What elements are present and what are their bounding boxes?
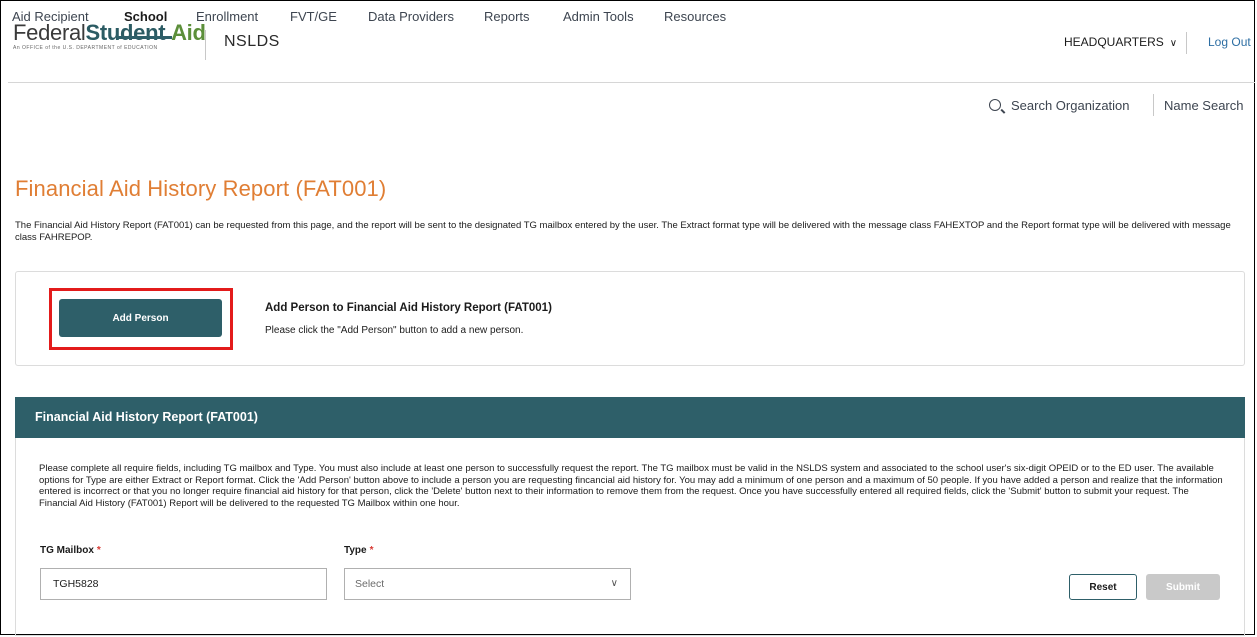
add-person-button[interactable]: Add Person — [59, 299, 222, 337]
header-divider-2 — [1186, 32, 1187, 54]
required-marker: * — [96, 545, 101, 556]
type-label-text: Type — [344, 545, 367, 556]
nav-item-label: Data Providers — [368, 9, 454, 24]
nav-item-fvt-ge[interactable]: FVT/GE — [290, 9, 337, 24]
form-panel-title: Financial Aid History Report (FAT001) — [35, 410, 258, 424]
fsa-logo[interactable]: FederalStudent Aid An OFFICE of the U.S.… — [13, 22, 206, 52]
search-icon — [989, 99, 1001, 111]
organization-selector[interactable]: HEADQUARTERS ∨ — [1064, 35, 1177, 49]
add-person-title: Add Person to Financial Aid History Repo… — [265, 302, 552, 314]
nav-item-admin-tools[interactable]: Admin Tools — [563, 9, 634, 24]
page-title: Financial Aid History Report (FAT001) — [15, 176, 387, 201]
nav-item-enrollment[interactable]: Enrollment — [196, 9, 258, 24]
nav-item-label: Reports — [484, 9, 530, 24]
add-person-description: Please click the "Add Person" button to … — [265, 325, 524, 336]
nav-item-label: Admin Tools — [563, 9, 634, 24]
type-select-value: Select — [355, 578, 385, 590]
type-label: Type * — [344, 545, 374, 556]
tg-mailbox-label: TG Mailbox * — [40, 545, 101, 556]
chevron-down-icon: ∨ — [610, 578, 618, 589]
active-tab-indicator — [117, 36, 172, 39]
tg-mailbox-input[interactable] — [40, 568, 327, 600]
nav-item-label: School — [124, 9, 168, 24]
nav-item-label: Resources — [664, 9, 727, 24]
search-organization-link[interactable]: Search Organization — [989, 98, 1130, 113]
required-marker: * — [369, 545, 374, 556]
app-name: NSLDS — [224, 33, 280, 50]
page-intro: The Financial Aid History Report (FAT001… — [15, 220, 1231, 243]
nav-item-label: Aid Recipient — [12, 9, 89, 24]
logo-wordmark: FederalStudent Aid — [13, 22, 206, 44]
nav-item-aid-recipient[interactable]: Aid Recipient — [12, 9, 89, 24]
organization-selector-label: HEADQUARTERS — [1064, 35, 1164, 49]
nav-item-data-providers[interactable]: Data Providers — [368, 9, 454, 24]
header-divider — [205, 30, 206, 60]
nav-item-school[interactable]: School — [124, 9, 167, 24]
search-organization-label: Search Organization — [1011, 98, 1130, 113]
form-instructions: Please complete all require fields, incl… — [39, 463, 1223, 509]
logout-link[interactable]: Log Out — [1208, 35, 1251, 49]
nav-item-label: FVT/GE — [290, 9, 337, 24]
tg-mailbox-label-text: TG Mailbox — [40, 545, 94, 556]
name-search-link[interactable]: Name Search — [1164, 98, 1243, 113]
nav-item-resources[interactable]: Resources — [664, 9, 726, 24]
nav-item-label: Enrollment — [196, 9, 259, 24]
nav-divider — [1153, 94, 1154, 116]
reset-button[interactable]: Reset — [1069, 574, 1137, 600]
logo-tagline: An OFFICE of the U.S. DEPARTMENT of EDUC… — [13, 45, 158, 51]
chevron-down-icon: ∨ — [1169, 38, 1178, 49]
nav-item-reports[interactable]: Reports — [484, 9, 530, 24]
submit-button[interactable]: Submit — [1146, 574, 1220, 600]
type-select[interactable]: Select ∨ — [344, 568, 631, 600]
